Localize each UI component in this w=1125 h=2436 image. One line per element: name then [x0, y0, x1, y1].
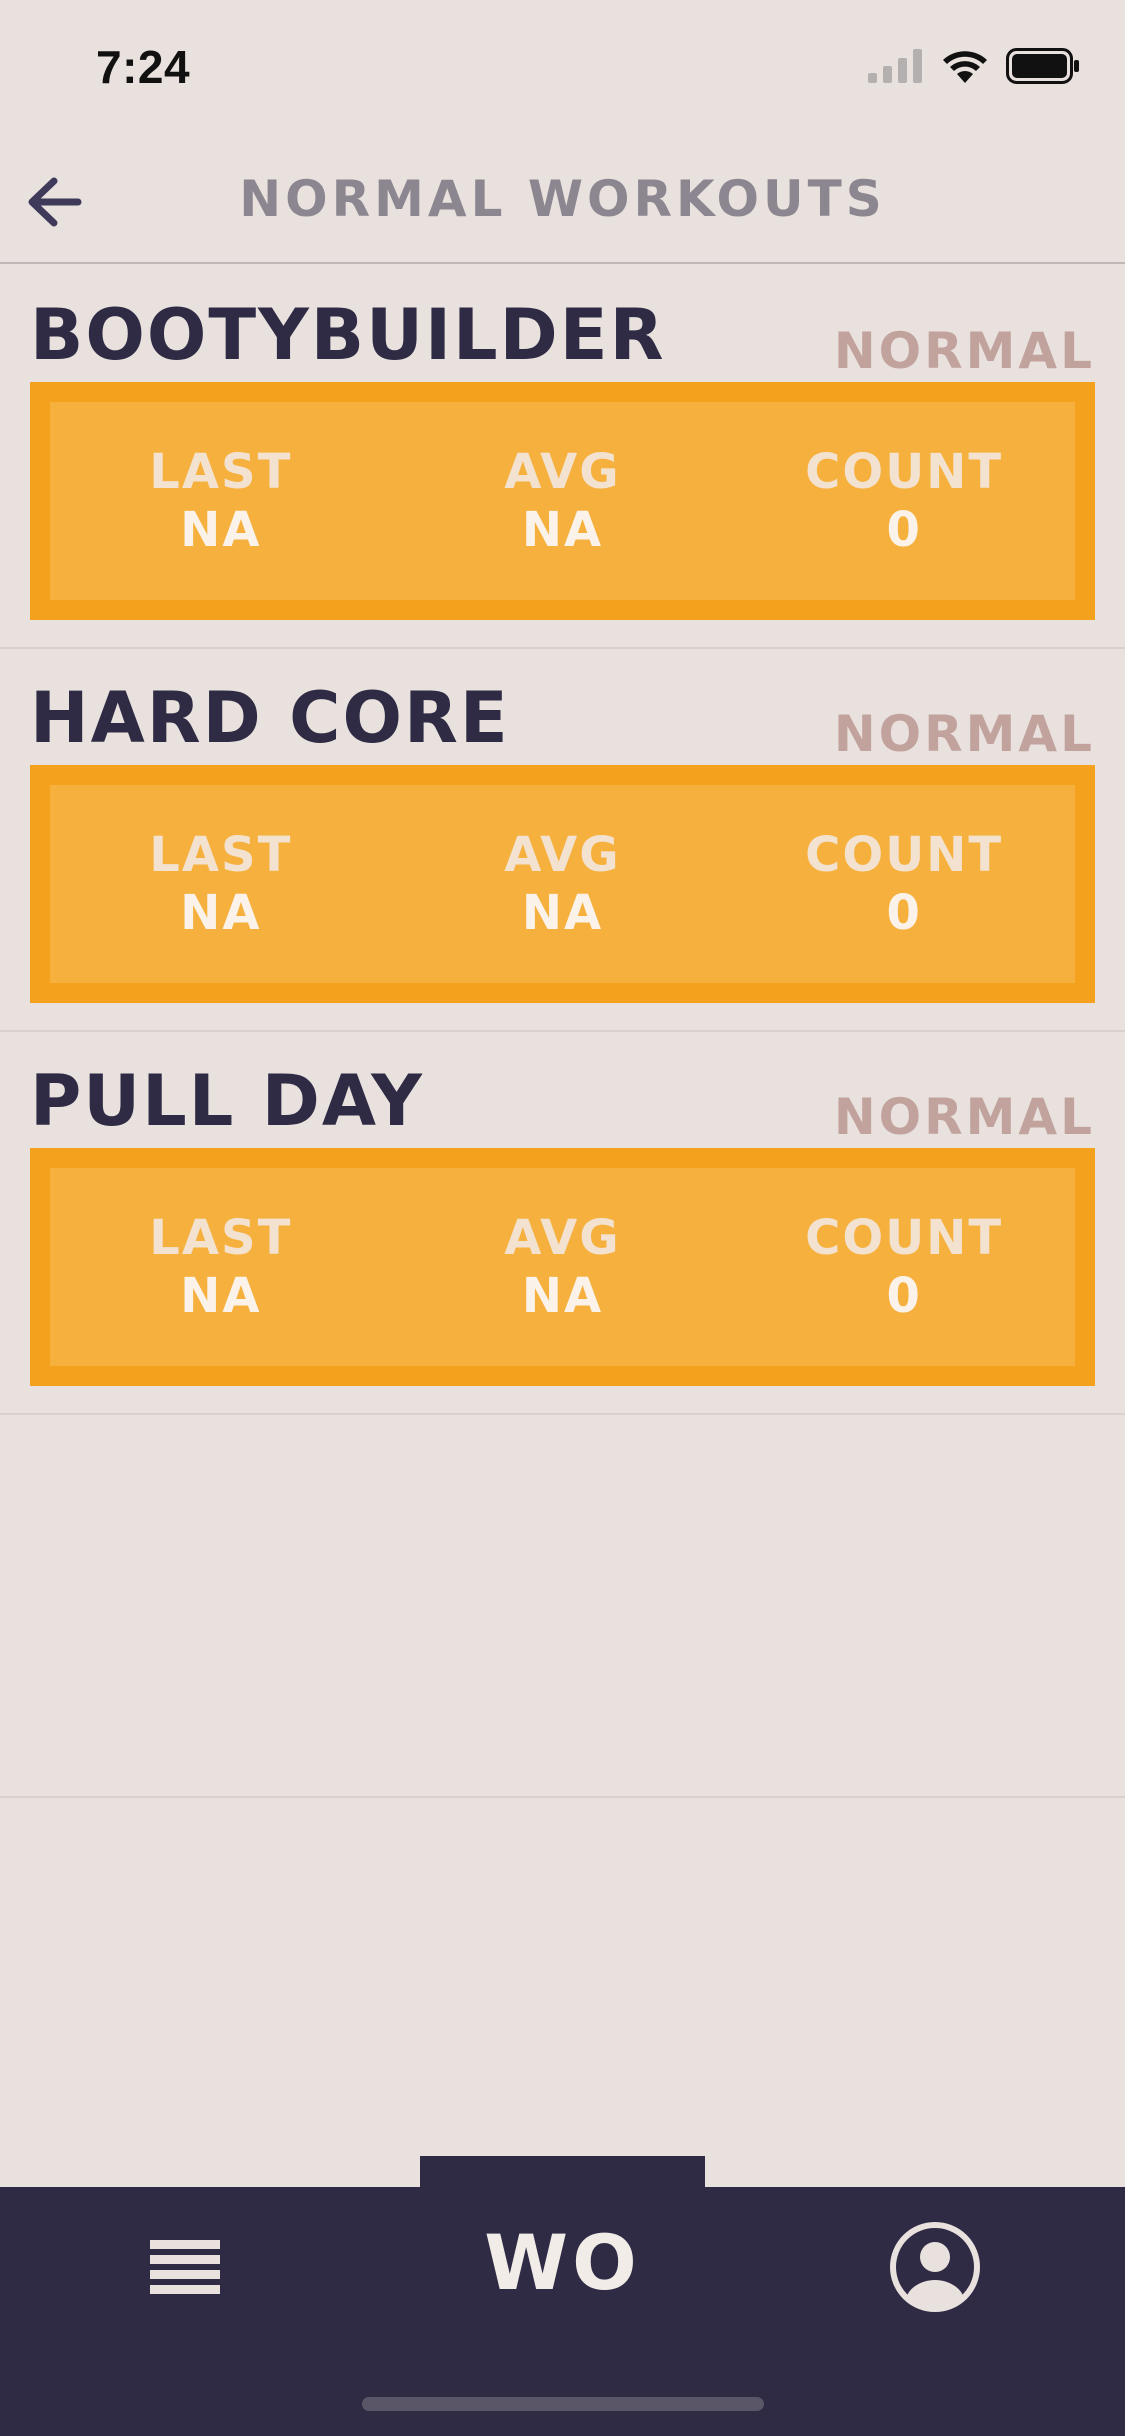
workout-stats-inner: LAST NA AVG NA COUNT 0 — [50, 1168, 1075, 1366]
workout-list: BOOTYBUILDER NORMAL LAST NA AVG NA COUNT… — [0, 266, 1125, 1798]
home-indicator — [362, 2397, 764, 2411]
page-title: NORMAL WORKOUTS — [239, 170, 886, 228]
stat-avg: AVG NA — [412, 443, 712, 559]
stat-value: NA — [521, 1268, 604, 1324]
workout-type-tag: NORMAL — [833, 322, 1095, 380]
workout-type-tag: NORMAL — [833, 1088, 1095, 1146]
workout-stats-box: LAST NA AVG NA COUNT 0 — [30, 765, 1095, 1003]
screen: 7:24 NORMAL WORKOUTS BOOTYBUILDER NORMAL… — [0, 0, 1125, 2436]
user-profile-icon — [890, 2222, 980, 2312]
stat-count: COUNT 0 — [754, 1209, 1054, 1325]
stat-count: COUNT 0 — [754, 443, 1054, 559]
tab-menu-button[interactable] — [140, 2227, 230, 2307]
stat-label: LAST — [149, 827, 293, 883]
hamburger-menu-icon — [150, 2240, 220, 2294]
stat-last: LAST NA — [71, 443, 371, 559]
stat-value: 0 — [886, 502, 922, 558]
workout-stats-inner: LAST NA AVG NA COUNT 0 — [50, 785, 1075, 983]
stat-label: LAST — [149, 444, 293, 500]
workout-item-pull-day[interactable]: PULL DAY NORMAL LAST NA AVG NA COUNT 0 — [0, 1032, 1125, 1415]
stat-value: NA — [180, 885, 262, 941]
stat-label: AVG — [504, 1210, 621, 1266]
stat-label: LAST — [149, 1210, 293, 1266]
wifi-icon — [942, 49, 988, 87]
stat-label: COUNT — [805, 827, 1004, 883]
stat-avg: AVG NA — [412, 826, 712, 942]
stat-label: AVG — [504, 444, 621, 500]
stat-value: NA — [521, 502, 604, 558]
stat-label: COUNT — [805, 444, 1004, 500]
workout-name: HARD CORE — [30, 677, 510, 759]
tab-profile-button[interactable] — [885, 2217, 985, 2317]
empty-list-row — [0, 1415, 1125, 1798]
stat-last: LAST NA — [71, 826, 371, 942]
workout-name: PULL DAY — [30, 1060, 424, 1142]
stat-value: NA — [521, 885, 604, 941]
workout-stats-box: LAST NA AVG NA COUNT 0 — [30, 382, 1095, 620]
tab-workouts-button[interactable]: WO — [420, 2207, 705, 2317]
workout-name: BOOTYBUILDER — [30, 294, 666, 376]
stat-value: 0 — [886, 1268, 922, 1324]
stat-label: COUNT — [805, 1210, 1004, 1266]
battery-icon — [1006, 48, 1080, 88]
status-time: 7:24 — [96, 41, 191, 93]
stat-value: NA — [180, 502, 262, 558]
cellular-signal-icon — [868, 49, 924, 87]
workout-item-hard-core[interactable]: HARD CORE NORMAL LAST NA AVG NA COUNT 0 — [0, 649, 1125, 1032]
stat-last: LAST NA — [71, 1209, 371, 1325]
status-icons — [868, 48, 1080, 88]
stat-value: 0 — [886, 885, 922, 941]
nav-header: NORMAL WORKOUTS — [0, 132, 1125, 264]
stat-label: AVG — [504, 827, 621, 883]
stat-value: NA — [180, 1268, 262, 1324]
workout-type-tag: NORMAL — [833, 705, 1095, 763]
status-bar: 7:24 — [0, 0, 1125, 132]
workout-item-bootybuilder[interactable]: BOOTYBUILDER NORMAL LAST NA AVG NA COUNT… — [0, 266, 1125, 649]
stat-count: COUNT 0 — [754, 826, 1054, 942]
stat-avg: AVG NA — [412, 1209, 712, 1325]
tab-workouts-label: WO — [484, 2217, 641, 2307]
workout-stats-inner: LAST NA AVG NA COUNT 0 — [50, 402, 1075, 600]
workout-stats-box: LAST NA AVG NA COUNT 0 — [30, 1148, 1095, 1386]
